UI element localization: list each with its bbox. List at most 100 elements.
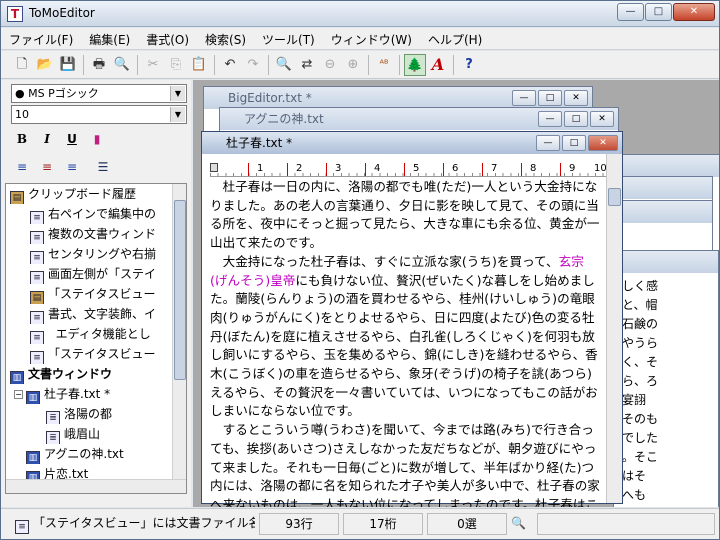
app-icon: T <box>7 6 23 22</box>
bold-button[interactable]: B <box>11 128 33 150</box>
redo-icon[interactable]: ↷ <box>242 54 264 76</box>
minimize-button[interactable]: — <box>617 3 644 21</box>
ruler-tick <box>443 163 444 176</box>
close-button[interactable]: ✕ <box>673 3 715 21</box>
ruler-tick <box>482 163 483 176</box>
close-button[interactable]: ✕ <box>590 111 614 127</box>
toolbar-separator <box>214 54 215 75</box>
bullet-list-icon[interactable]: ☰ <box>92 156 114 178</box>
menu-help[interactable]: ヘルプ(H) <box>420 28 490 49</box>
menu-search[interactable]: 検索(S) <box>197 28 254 49</box>
close-button[interactable]: ✕ <box>588 135 618 151</box>
minimize-button[interactable]: — <box>536 135 560 151</box>
scroll-thumb[interactable] <box>608 188 621 206</box>
scroll-thumb[interactable] <box>174 200 186 380</box>
menu-edit[interactable]: 編集(E) <box>81 28 138 49</box>
tree-item-heading[interactable]: ≣ 洛陽の都 <box>46 404 186 424</box>
outline-icon: ≣ <box>46 431 60 444</box>
minimize-button[interactable]: — <box>538 111 562 127</box>
menu-window[interactable]: ウィンドウ(W) <box>323 28 420 49</box>
find-icon[interactable]: 🔍 <box>273 54 295 76</box>
outline-icon: ≣ <box>46 411 60 424</box>
chevron-down-icon[interactable]: ▼ <box>170 86 185 101</box>
ruler[interactable]: 1 2 3 4 5 6 7 8 9 10 <box>210 163 608 177</box>
font-name-value: ● MS Pゴシック <box>15 87 99 100</box>
tree-horizontal-scrollbar[interactable] <box>6 479 186 493</box>
tree-item-heading[interactable]: ≣ 峨眉山 <box>46 424 186 444</box>
find-prev-icon[interactable]: ⊖ <box>319 54 341 76</box>
ruler-tick <box>560 163 561 176</box>
find-next-icon[interactable]: ⊕ <box>342 54 364 76</box>
font-size-select[interactable]: 10 ▼ <box>11 105 187 124</box>
app-title: ToMoEditor <box>29 6 95 20</box>
menu-file[interactable]: ファイル(F) <box>1 28 81 49</box>
paste-icon[interactable]: 📋 <box>188 54 210 76</box>
tree-item-agni[interactable]: ▥ アグニの神.txt <box>26 444 186 464</box>
document-window-toshishun[interactable]: 杜子春.txt * — □ ✕ 1 2 3 4 5 6 7 8 9 10 杜子春… <box>201 131 623 507</box>
bg-text: ら、ろ <box>622 374 659 388</box>
tree-item-document-windows[interactable]: ▥ 文書ウィンドウ <box>10 364 176 384</box>
copy-icon[interactable]: ⎘ <box>165 54 187 76</box>
open-folder-icon[interactable]: 📂 <box>34 54 56 76</box>
document-tree[interactable]: ▤ クリップボード履歴 ≡ 右ペインで編集中の ≡ 複数の文書ウィンド ≡ センタリング… <box>5 183 187 494</box>
editor-text-area[interactable]: 杜子春は一日の内に、洛陽の都でも唯(ただ)一人という大金持になりました。あの老人… <box>210 178 600 507</box>
toolbar-separator <box>268 54 269 75</box>
paragraph: するとこういう噂(うわさ)を聞いて、今までは路(みち)で行き合っても、挨拶(あい… <box>210 422 600 507</box>
title-bar: T ToMoEditor — □ ✕ <box>1 1 719 27</box>
document-icon: ≡ <box>30 251 44 264</box>
search-icon[interactable]: 🔍 <box>509 513 533 535</box>
tree-item[interactable]: ≡ エディタ機能とし <box>30 324 186 344</box>
font-name-select[interactable]: ● MS Pゴシック ▼ <box>11 84 187 103</box>
menu-format[interactable]: 書式(O) <box>138 28 197 49</box>
editor-vertical-scrollbar[interactable] <box>606 154 622 503</box>
spell-check-icon[interactable]: ᴬᴮ <box>373 54 395 76</box>
chevron-down-icon[interactable]: ▼ <box>170 107 185 122</box>
app-window: T ToMoEditor — □ ✕ ファイル(F) 編集(E) 書式(O) 検… <box>0 0 720 540</box>
tree-item[interactable]: ≡ 画面左側が「ステイ <box>30 264 186 284</box>
maximize-button[interactable]: □ <box>645 3 672 21</box>
align-center-icon[interactable]: ≡ <box>36 156 58 178</box>
toolbar-separator <box>453 54 454 75</box>
bg-text: しく感 <box>622 279 659 293</box>
help-icon[interactable]: ? <box>458 54 480 76</box>
bg-text: 石鹸の <box>622 317 659 331</box>
text-color-button[interactable]: ▮ <box>86 128 108 150</box>
undo-icon[interactable]: ↶ <box>219 54 241 76</box>
ruler-label: 8 <box>530 163 537 174</box>
maximize-button[interactable]: □ <box>538 90 562 106</box>
indent-marker[interactable] <box>210 163 218 172</box>
align-right-icon[interactable]: ≡ <box>61 156 83 178</box>
italic-button[interactable]: I <box>36 128 58 150</box>
ruler-tick <box>248 163 249 176</box>
tree-item[interactable]: ≡ 複数の文書ウィンド <box>30 224 186 244</box>
maximize-button[interactable]: □ <box>564 111 588 127</box>
maximize-button[interactable]: □ <box>562 135 586 151</box>
tree-item[interactable]: ≡ センタリングや右揃 <box>30 244 186 264</box>
ruler-tick <box>365 163 366 176</box>
ruler-label: 4 <box>374 163 381 174</box>
tree-item[interactable]: ≡ 書式、文字装飾、イ <box>30 304 186 324</box>
close-button[interactable]: ✕ <box>564 90 588 106</box>
document-window-partial[interactable]: しく感 と、帽 石鹸の やうら く、そ ら、ろ 宴詡 そのも でした 。そこ は… <box>613 250 719 507</box>
collapse-icon[interactable]: − <box>14 390 23 399</box>
tree-item[interactable]: ≡ 右ペインで編集中の <box>30 204 186 224</box>
left-pane: ● MS Pゴシック ▼ 10 ▼ B I U ▮ ≡ ≡ ≡ ☰ ▤ クリップボ… <box>1 80 191 507</box>
tree-item[interactable]: ▤ 「ステイタスビュー <box>30 284 186 304</box>
cut-icon[interactable]: ✂ <box>142 54 164 76</box>
print-icon[interactable]: 🖶 <box>88 54 110 76</box>
menu-tools[interactable]: ツール(T) <box>254 28 323 49</box>
tree-item[interactable]: ≡ 「ステイタスビュー <box>30 344 186 364</box>
tree-item-clipboard[interactable]: ▤ クリップボード履歴 <box>10 184 176 204</box>
tree-vertical-scrollbar[interactable] <box>172 184 186 481</box>
minimize-button[interactable]: — <box>512 90 536 106</box>
tree-item-toshishun[interactable]: − ▥ 杜子春.txt * <box>14 384 180 404</box>
underline-button[interactable]: U <box>61 128 83 150</box>
save-icon[interactable]: 💾 <box>57 54 79 76</box>
tree-view-icon[interactable]: 🌲 <box>404 53 426 76</box>
font-icon[interactable]: A <box>427 54 449 76</box>
new-file-icon[interactable]: 🗋 <box>11 54 33 76</box>
align-left-icon[interactable]: ≡ <box>11 156 33 178</box>
print-preview-icon[interactable]: 🔍 <box>111 54 133 76</box>
replace-icon[interactable]: ⇄ <box>296 54 318 76</box>
main-toolbar: 🗋 📂 💾 🖶 🔍 ✂ ⎘ 📋 ↶ ↷ 🔍 ⇄ ⊖ ⊕ ᴬᴮ 🌲 A ? <box>1 51 719 79</box>
